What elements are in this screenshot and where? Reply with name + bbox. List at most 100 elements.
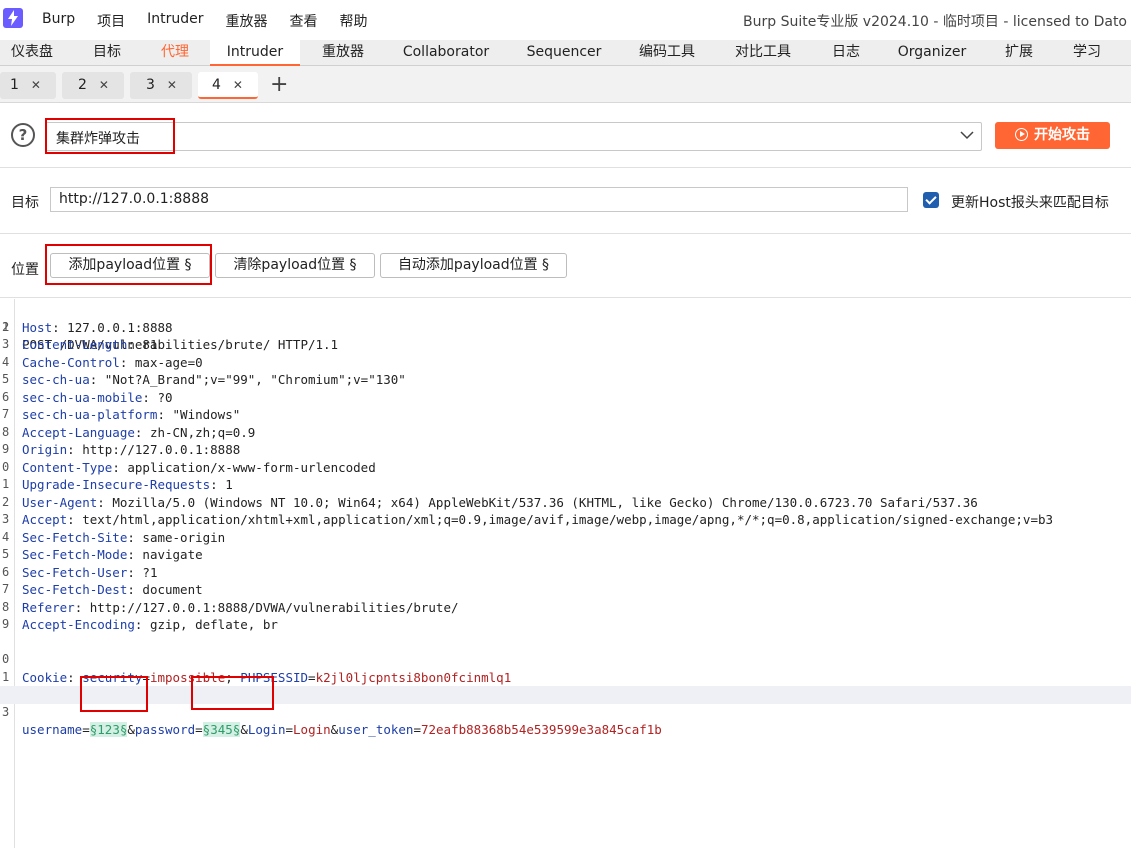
target-url-input[interactable]: http://127.0.0.1:8888: [50, 187, 908, 212]
body-param-value: Login: [293, 722, 331, 737]
line-number: 1: [2, 477, 10, 491]
tab-sequencer[interactable]: Sequencer: [520, 40, 608, 66]
clear-payload-position-button[interactable]: 清除payload位置 §: [215, 253, 375, 278]
menu-burp[interactable]: Burp: [42, 11, 75, 31]
header-key: Origin: [22, 442, 68, 457]
header-value: gzip, deflate, br: [149, 617, 278, 632]
header-key: Accept-Language: [22, 424, 135, 440]
sub-tab-label: 4: [212, 77, 221, 93]
close-icon[interactable]: ✕: [233, 78, 243, 92]
sub-tab-1[interactable]: 1 ✕: [0, 72, 56, 99]
header-value: 81: [142, 337, 158, 352]
header-key: Referer: [22, 599, 75, 615]
tab-extensions[interactable]: 扩展: [996, 40, 1042, 66]
menu-intruder[interactable]: Intruder: [147, 11, 203, 31]
header-key: Sec-Fetch-Mode: [22, 547, 128, 562]
editor-line: 7 Sec-Fetch-Dest: document: [2, 582, 203, 597]
payload-marker-username[interactable]: §123§: [89, 722, 128, 737]
line-number: 9: [2, 617, 10, 631]
editor-line: 0 Cookie: security=impossible; PHPSESSID…: [2, 652, 512, 685]
header-value: "Windows": [172, 407, 241, 422]
payload-marker-password[interactable]: §345§: [202, 722, 241, 737]
tab-comparer[interactable]: 对比工具: [724, 40, 802, 66]
sub-tab-label: 1: [10, 77, 19, 93]
tab-intruder[interactable]: Intruder: [210, 40, 300, 66]
close-icon[interactable]: ✕: [31, 78, 41, 92]
target-label: 目标: [11, 195, 39, 211]
add-payload-position-button[interactable]: 添加payload位置 §: [50, 253, 210, 278]
tab-decoder[interactable]: 编码工具: [628, 40, 706, 66]
tab-collaborator[interactable]: Collaborator: [396, 40, 496, 66]
play-icon: [1015, 128, 1028, 141]
editor-line: 5 Sec-Fetch-Mode: navigate: [2, 547, 203, 562]
tab-logger[interactable]: 日志: [824, 40, 868, 66]
request-editor[interactable]: 1 POST /DVWA/vulnerabilities/brute/ HTTP…: [0, 299, 1131, 848]
editor-line: 1 POST /DVWA/vulnerabilities/brute/ HTTP…: [0, 301, 1131, 353]
update-host-checkbox[interactable]: [923, 192, 939, 208]
auto-add-payload-position-button[interactable]: 自动添加payload位置 §: [380, 253, 567, 278]
header-value: same-origin: [142, 529, 226, 545]
header-key: Upgrade-Insecure-Requests: [22, 477, 211, 492]
start-attack-label: 开始攻击: [1034, 127, 1090, 143]
menu-help[interactable]: 帮助: [340, 11, 368, 31]
tab-repeater[interactable]: 重放器: [312, 40, 374, 66]
line-number: 7: [2, 582, 10, 596]
update-host-label: 更新Host报头来匹配目标: [951, 195, 1109, 211]
editor-line: 2: [0, 669, 1131, 701]
header-key: sec-ch-ua: [22, 372, 90, 387]
menubar: Burp 项目 Intruder 重放器 查看 帮助 Burp Suite专业版…: [0, 0, 1131, 40]
header-key: Accept-Encoding: [22, 617, 135, 632]
sub-tab-2[interactable]: 2 ✕: [62, 72, 124, 99]
attack-type-select[interactable]: 集群炸弹攻击: [45, 122, 982, 151]
header-key: Sec-Fetch-User: [22, 564, 128, 580]
close-icon[interactable]: ✕: [167, 78, 177, 92]
editor-line: 6 sec-ch-ua-mobile: ?0: [2, 389, 173, 405]
line-number: 2: [2, 494, 10, 509]
help-icon[interactable]: ?: [11, 123, 35, 147]
sub-tab-label: 2: [78, 77, 87, 93]
header-value: ?1: [142, 564, 158, 580]
burp-logo-icon: [3, 8, 23, 28]
editor-line: 4 Cache-Control: max-age=0: [2, 354, 203, 370]
header-key: Accept: [22, 512, 68, 527]
menu-project[interactable]: 项目: [97, 11, 125, 31]
chevron-down-icon: [960, 131, 974, 140]
header-key: Sec-Fetch-Dest: [22, 582, 128, 597]
editor-line: 0 Content-Type: application/x-www-form-ur…: [2, 459, 376, 475]
tab-proxy[interactable]: 代理: [148, 40, 202, 66]
header-key: Content-Type: [22, 459, 113, 475]
editor-line: 9 Origin: http://127.0.0.1:8888: [2, 442, 241, 457]
editor-line: 3 Accept: text/html,application/xhtml+xml…: [2, 512, 1054, 527]
line-number: 4: [2, 529, 10, 544]
header-value: 1: [225, 477, 233, 492]
main-tab-bar: 仪表盘 目标 代理 Intruder 重放器 Collaborator Sequ…: [0, 40, 1131, 66]
positions-row: 位置 添加payload位置 § 清除payload位置 § 自动添加paylo…: [0, 234, 1131, 298]
editor-line: 8 Accept-Language: zh-CN,zh;q=0.9: [2, 424, 256, 440]
window-title: Burp Suite专业版 v2024.10 - 临时项目 - licensed…: [743, 14, 1127, 30]
header-value: zh-CN,zh;q=0.9: [149, 424, 256, 440]
positions-label: 位置: [11, 262, 39, 278]
tab-organizer[interactable]: Organizer: [890, 40, 974, 66]
sub-tab-label: 3: [146, 77, 155, 93]
editor-line: 4 Sec-Fetch-Site: same-origin: [2, 529, 226, 545]
add-tab-icon[interactable]: +: [270, 73, 288, 97]
editor-line: 1 Upgrade-Insecure-Requests: 1: [2, 477, 233, 492]
header-key: sec-ch-ua-mobile: [22, 389, 143, 405]
editor-line: 8 Referer: http://127.0.0.1:8888/DVWA/vul…: [2, 599, 459, 615]
sub-tab-4[interactable]: 4 ✕: [198, 72, 258, 99]
menu-repeater[interactable]: 重放器: [226, 11, 268, 31]
close-icon[interactable]: ✕: [99, 78, 109, 92]
tab-dashboard[interactable]: 仪表盘: [0, 40, 64, 66]
target-row: 目标 http://127.0.0.1:8888 更新Host报头来匹配目标: [0, 168, 1131, 234]
sub-tab-3[interactable]: 3 ✕: [130, 72, 192, 99]
header-value: application/x-www-form-urlencoded: [127, 459, 376, 475]
line-number: 8: [2, 424, 10, 439]
tab-target[interactable]: 目标: [78, 40, 136, 66]
start-attack-button[interactable]: 开始攻击: [995, 122, 1110, 149]
menu-view[interactable]: 查看: [290, 11, 318, 31]
attack-type-row: ? 集群炸弹攻击 开始攻击: [0, 104, 1131, 168]
tab-learn[interactable]: 学习: [1064, 40, 1110, 66]
line-number: 7: [2, 407, 10, 421]
line-number: 3: [2, 337, 10, 351]
editor-line-body: 3 username=§123§&password=§345§&Login=Lo…: [0, 686, 1131, 737]
